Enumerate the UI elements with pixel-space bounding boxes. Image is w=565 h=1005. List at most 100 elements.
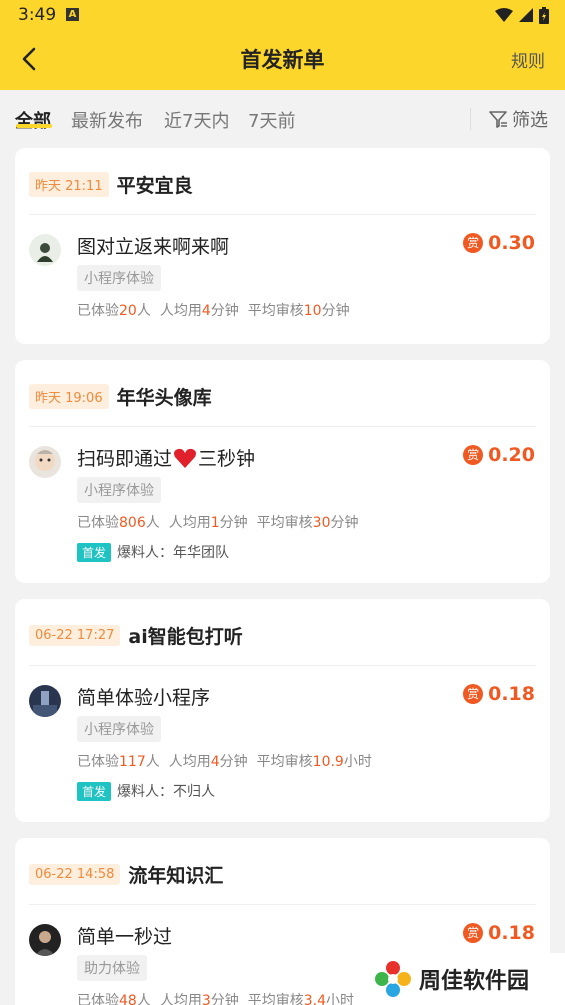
stat-label: 平均审核 <box>256 754 313 770</box>
stat-unit: 分钟 <box>210 993 239 1005</box>
signal-icon <box>519 8 533 22</box>
task-card[interactable]: 昨天 21:11 平安宜良 图对立返来啊来啊 赏 0.30 小程序体验 已体验2… <box>15 148 550 344</box>
time-badge: 昨天 19:06 <box>29 383 109 409</box>
tab-before-7-days[interactable]: 7天前 <box>248 107 295 133</box>
task-title-text: 图对立返来啊来啊 <box>77 236 230 258</box>
task-stats: 已体验806人 人均用1分钟 平均审核30分钟 <box>77 512 358 532</box>
task-stats: 已体验117人 人均用4分钟 平均审核10.9小时 <box>77 751 372 771</box>
publisher-name: 平安宜良 <box>116 174 193 197</box>
reward-icon: 赏 <box>463 923 484 943</box>
divider <box>29 665 536 666</box>
experienced-count: 48 <box>119 993 137 1005</box>
avatar <box>29 685 61 717</box>
tab-last-7-days[interactable]: 近7天内 <box>164 107 229 133</box>
page-title: 首发新单 <box>240 48 325 72</box>
avg-review-value: 3.4 <box>303 993 327 1005</box>
task-title-text: 简单体验小程序 <box>77 687 211 709</box>
watermark-text: 周佳软件园 <box>419 969 530 994</box>
reward: 赏 0.20 <box>463 444 535 466</box>
stat-unit: 人 <box>145 515 160 531</box>
rules-link[interactable]: 规则 <box>511 47 545 72</box>
stat-unit: 分钟 <box>219 515 248 531</box>
avatar <box>29 924 61 956</box>
reward: 赏 0.18 <box>463 922 535 944</box>
source-label: 爆料人： <box>117 784 174 800</box>
reward-icon: 赏 <box>463 233 484 253</box>
stat-unit: 人 <box>145 754 160 770</box>
avg-review-value: 10 <box>303 303 322 319</box>
publisher-name: ai智能包打听 <box>128 625 243 648</box>
experienced-count: 806 <box>119 515 146 531</box>
task-title: 简单体验小程序 <box>77 683 210 710</box>
time-badge: 06-22 14:58 <box>29 863 121 885</box>
source-name: 年华团队 <box>173 545 230 561</box>
first-badge: 首发 <box>77 542 112 562</box>
task-type-tag: 小程序体验 <box>77 716 161 742</box>
reward: 赏 0.30 <box>463 232 535 254</box>
wifi-icon <box>495 8 513 22</box>
stat-label: 已体验 <box>77 993 119 1005</box>
task-title: 简单一秒过 <box>77 922 172 949</box>
task-title: 图对立返来啊来啊 <box>77 232 229 259</box>
avg-use-value: 4 <box>201 303 211 319</box>
task-type-tag: 小程序体验 <box>77 477 161 503</box>
active-tab-indicator <box>16 124 52 128</box>
tab-divider <box>470 108 471 130</box>
task-card[interactable]: 昨天 19:06 年华头像库 扫码即通过 三秒钟 赏 0.20 小程序体验 已体… <box>15 360 550 583</box>
task-card[interactable]: 06-22 17:27 ai智能包打听 简单体验小程序 赏 0.18 小程序体验… <box>15 599 550 822</box>
heart-icon <box>174 448 197 468</box>
filter-button[interactable]: 筛选 <box>488 107 548 131</box>
task-title-suffix: 三秒钟 <box>198 448 256 470</box>
stat-unit: 小时 <box>343 754 372 770</box>
avatar <box>29 234 61 266</box>
stat-label: 人均用 <box>159 303 202 319</box>
watermark: 周佳软件园 <box>365 953 565 1005</box>
publisher-name: 流年知识汇 <box>128 864 224 887</box>
watermark-logo-icon <box>375 961 411 997</box>
avg-use-value: 3 <box>201 993 211 1005</box>
battery-icon <box>539 6 549 24</box>
stat-unit: 分钟 <box>210 303 239 319</box>
avg-review-value: 30 <box>312 515 331 531</box>
source-name: 不归人 <box>173 784 216 800</box>
divider <box>29 214 536 215</box>
status-bar: 3:49 A <box>0 0 565 30</box>
reward-amount: 0.18 <box>488 922 535 944</box>
reward: 赏 0.18 <box>463 683 535 705</box>
reward-amount: 0.30 <box>488 232 535 254</box>
task-type-tag: 助力体验 <box>77 955 147 981</box>
card-header: 06-22 17:27 ai智能包打听 <box>29 623 243 648</box>
divider <box>29 426 536 427</box>
stat-label: 平均审核 <box>256 515 313 531</box>
card-header: 06-22 14:58 流年知识汇 <box>29 862 224 887</box>
source-row: 首发 爆料人： 不归人 <box>77 781 215 801</box>
reward-amount: 0.20 <box>488 444 535 466</box>
divider <box>29 904 536 905</box>
avg-use-value: 4 <box>210 754 220 770</box>
tab-latest[interactable]: 最新发布 <box>71 107 143 133</box>
stat-unit: 分钟 <box>330 515 359 531</box>
notification-icon: A <box>66 8 79 21</box>
stat-label: 人均用 <box>159 993 202 1005</box>
publisher-name: 年华头像库 <box>116 386 212 409</box>
reward-icon: 赏 <box>463 445 484 465</box>
task-title: 扫码即通过 三秒钟 <box>77 444 255 471</box>
tab-all[interactable]: 全部 <box>15 107 51 133</box>
filter-label: 筛选 <box>512 110 548 131</box>
stat-unit: 人 <box>136 303 151 319</box>
avg-use-value: 1 <box>210 515 220 531</box>
task-stats: 已体验48人 人均用3分钟 平均审核3.4小时 <box>77 990 354 1005</box>
task-stats: 已体验20人 人均用4分钟 平均审核10分钟 <box>77 300 350 320</box>
stat-label: 平均审核 <box>247 303 304 319</box>
stat-label: 已体验 <box>77 303 119 319</box>
time-badge: 昨天 21:11 <box>29 171 109 197</box>
stat-label: 已体验 <box>77 515 119 531</box>
experienced-count: 20 <box>119 303 137 319</box>
avg-review-value: 10.9 <box>312 754 344 770</box>
reward-amount: 0.18 <box>488 683 535 705</box>
status-time: 3:49 <box>18 5 57 25</box>
task-title-text: 扫码即通过 <box>77 448 173 470</box>
reward-icon: 赏 <box>463 684 484 704</box>
experienced-count: 117 <box>119 754 146 770</box>
stat-unit: 小时 <box>326 993 355 1005</box>
